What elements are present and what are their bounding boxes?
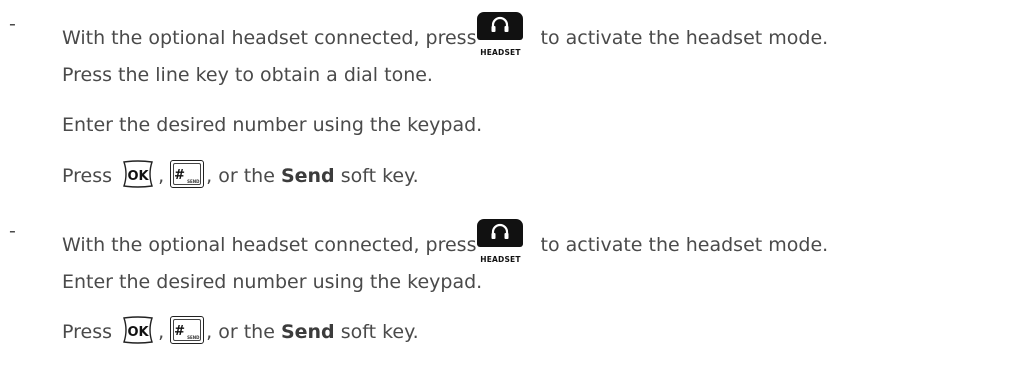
headset-key-label: HEADSET: [480, 255, 521, 264]
send-bold: Send: [280, 321, 335, 343]
soft-key-text: soft key.: [340, 165, 419, 187]
step1-line1-before: With the optional headset connected, pre…: [62, 27, 477, 49]
step1-line1-after: to activate the headset mode.: [540, 27, 829, 49]
step2-line1: With the optional headset connected, pre…: [62, 219, 829, 264]
headset-key-icon: HEADSET: [476, 12, 524, 57]
ok-key-label: OK: [127, 169, 149, 184]
ok-key-icon: OK: [118, 160, 158, 188]
press-text: Press: [62, 321, 113, 343]
hash-send-key-icon: # SEND: [170, 160, 206, 188]
sep: ,: [158, 165, 165, 187]
hash-key-label: #: [174, 324, 186, 339]
hash-key-sub: SEND: [187, 335, 200, 340]
press-text: Press: [62, 165, 113, 187]
headset-key-label: HEADSET: [480, 48, 521, 57]
sep: ,: [158, 321, 165, 343]
ok-key-icon: OK: [118, 316, 158, 344]
send-bold: Send: [280, 165, 335, 187]
headset-key-icon: HEADSET: [476, 219, 524, 264]
step1-line4: Press OK , # SEND , or the Send soft key…: [62, 160, 419, 188]
hash-send-key-icon: # SEND: [170, 316, 206, 344]
step1-line3: Enter the desired number using the keypa…: [62, 114, 483, 136]
hash-key-sub: SEND: [187, 179, 200, 184]
step2-line3: Press OK , # SEND , or the Send soft key…: [62, 316, 419, 344]
hash-key-label: #: [174, 168, 186, 183]
step2-line2: Enter the desired number using the keypa…: [62, 271, 483, 293]
step2-line1-after: to activate the headset mode.: [540, 234, 829, 256]
bullet-dash: -: [9, 13, 16, 35]
step1-line1: With the optional headset connected, pre…: [62, 12, 829, 57]
or-the-text: , or the: [206, 321, 275, 343]
step1-line2: Press the line key to obtain a dial tone…: [62, 64, 433, 86]
ok-key-label: OK: [127, 325, 149, 340]
step2-line1-before: With the optional headset connected, pre…: [62, 234, 477, 256]
or-the-text: , or the: [206, 165, 275, 187]
soft-key-text: soft key.: [340, 321, 419, 343]
bullet-dash-2: -: [9, 220, 16, 242]
